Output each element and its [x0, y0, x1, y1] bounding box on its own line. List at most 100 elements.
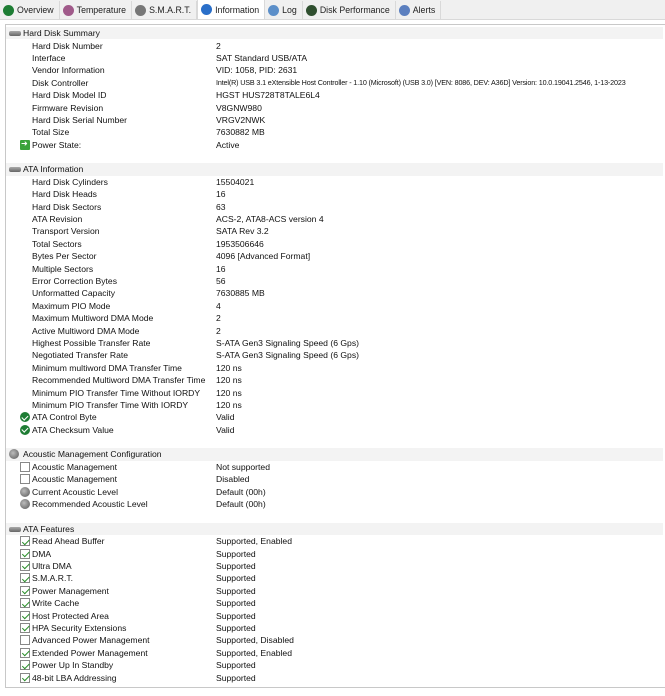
property-row[interactable]: ATA Revision ACS-2, ATA8-ACS version 4 — [6, 213, 665, 225]
checkbox-checked-icon[interactable] — [20, 610, 30, 621]
property-row[interactable]: Vendor Information VID: 1058, PID: 2631 — [6, 64, 665, 76]
thermometer-icon — [62, 4, 74, 16]
property-row[interactable]: Negotiated Transfer Rate S-ATA Gen3 Signa… — [6, 349, 665, 361]
property-value: Intel(R) USB 3.1 eXtensible Host Control… — [216, 78, 626, 88]
property-row[interactable]: Active Multiword DMA Mode 2 — [6, 324, 665, 336]
property-row[interactable]: Write Cache Supported — [6, 597, 665, 609]
property-row[interactable]: Current Acoustic Level Default (00h) — [6, 485, 665, 497]
property-row[interactable]: Minimum PIO Transfer Time Without IORDY 1… — [6, 386, 665, 398]
property-row[interactable]: Total Sectors 1953506646 — [6, 238, 665, 250]
checkbox-unchecked-icon[interactable] — [20, 474, 30, 485]
property-label: Acoustic Management — [32, 474, 118, 485]
property-row[interactable]: Multiple Sectors 16 — [6, 262, 665, 274]
property-value: 63 — [216, 201, 226, 212]
checkbox-unchecked-icon[interactable] — [20, 461, 30, 472]
property-row[interactable]: Recommended Multiword DMA Transfer Time 1… — [6, 374, 665, 386]
property-value: 4 — [216, 300, 221, 311]
checkbox-unchecked-icon[interactable] — [20, 635, 30, 646]
property-row[interactable]: S.M.A.R.T. Supported — [6, 572, 665, 584]
tab-disk-performance[interactable]: Disk Performance — [303, 1, 396, 19]
checkbox-checked-icon[interactable] — [20, 585, 30, 596]
property-label: Power State: — [32, 139, 82, 150]
property-value: 120 ns — [216, 387, 242, 398]
speaker-icon — [9, 449, 19, 460]
section-header[interactable]: ATA Features — [6, 522, 663, 536]
checkbox-checked-icon[interactable] — [20, 647, 30, 658]
property-row[interactable]: ATA Control Byte Valid — [6, 411, 665, 423]
checkbox-checked-icon[interactable] — [20, 560, 30, 571]
checkbox-checked-icon[interactable] — [20, 548, 30, 559]
property-row[interactable]: Acoustic Management Disabled — [6, 473, 665, 485]
property-label: Recommended Acoustic Level — [32, 499, 148, 510]
property-label: Minimum PIO Transfer Time Without IORDY — [32, 387, 201, 398]
property-label: Hard Disk Serial Number — [32, 114, 128, 125]
checkbox-checked-icon[interactable] — [20, 660, 30, 671]
tab-label: Alerts — [412, 5, 436, 15]
property-label: Hard Disk Heads — [32, 189, 97, 200]
section-header[interactable]: ATA Information — [6, 163, 663, 176]
property-row[interactable]: Hard Disk Model ID HGST HUS728T8TALE6L4 — [6, 89, 665, 101]
property-row[interactable]: Acoustic Management Not supported — [6, 461, 665, 473]
property-row[interactable]: Transport Version SATA Rev 3.2 — [6, 225, 665, 237]
property-label: Acoustic Management — [32, 461, 118, 472]
property-value: Disabled — [216, 474, 250, 485]
property-row[interactable]: Error Correction Bytes 56 — [6, 275, 665, 287]
property-row[interactable]: Firmware Revision V8GNW980 — [6, 101, 665, 113]
property-row[interactable]: Disk Controller Intel(R) USB 3.1 eXtensib… — [6, 77, 665, 89]
property-row[interactable]: Recommended Acoustic Level Default (00h) — [6, 498, 665, 510]
tab-temperature[interactable]: Temperature — [60, 1, 133, 19]
property-row[interactable]: Minimum multiword DMA Transfer Time 120 n… — [6, 362, 665, 374]
property-row[interactable]: ATA Checksum Value Valid — [6, 424, 665, 436]
section-title: ATA Information — [23, 164, 84, 175]
tab-overview[interactable]: Overview — [0, 1, 60, 19]
property-row[interactable]: Hard Disk Heads 16 — [6, 188, 665, 200]
tab-s-m-a-r-t[interactable]: S.M.A.R.T. — [132, 1, 198, 19]
checkbox-checked-icon[interactable] — [20, 573, 30, 584]
property-label: Bytes Per Sector — [32, 251, 97, 262]
property-row[interactable]: Minimum PIO Transfer Time With IORDY 120 … — [6, 399, 665, 411]
property-row[interactable]: Highest Possible Transfer Rate S-ATA Gen3… — [6, 337, 665, 349]
tab-label: S.M.A.R.T. — [149, 5, 192, 15]
property-value: S-ATA Gen3 Signaling Speed (6 Gps) — [216, 337, 359, 348]
section-header[interactable]: Hard Disk Summary — [6, 27, 663, 40]
tab-log[interactable]: Log — [265, 1, 303, 19]
property-row[interactable]: Hard Disk Cylinders 15504021 — [6, 176, 665, 188]
checkbox-checked-icon[interactable] — [20, 672, 30, 683]
property-row[interactable]: DMA Supported — [6, 547, 665, 559]
property-row[interactable]: Host Protected Area Supported — [6, 609, 665, 621]
tab-alerts[interactable]: Alerts — [396, 1, 442, 19]
section-title: Hard Disk Summary — [23, 28, 100, 39]
property-row[interactable]: Power State: Active — [6, 139, 665, 151]
info-icon — [201, 4, 213, 15]
property-row[interactable]: Hard Disk Sectors 63 — [6, 200, 665, 212]
property-label: ATA Control Byte — [32, 412, 97, 423]
property-value: 2 — [216, 40, 221, 51]
property-row[interactable]: Unformatted Capacity 7630885 MB — [6, 287, 665, 299]
property-row[interactable]: Hard Disk Serial Number VRGV2NWK — [6, 114, 665, 126]
tab-information[interactable]: Information — [197, 0, 266, 19]
property-row[interactable]: Interface SAT Standard USB/ATA — [6, 52, 665, 64]
alerts-icon — [398, 4, 410, 16]
section-header[interactable]: Acoustic Management Configuration — [6, 448, 663, 461]
disk-icon — [9, 31, 21, 36]
property-row[interactable]: Maximum PIO Mode 4 — [6, 300, 665, 312]
property-row[interactable]: Ultra DMA Supported — [6, 560, 665, 572]
property-row[interactable]: Power Management Supported — [6, 585, 665, 597]
property-row[interactable]: 48-bit LBA Addressing Supported — [6, 671, 665, 683]
property-row[interactable]: Hard Disk Number 2 — [6, 39, 665, 51]
checkbox-checked-icon[interactable] — [20, 598, 30, 609]
checkbox-checked-icon[interactable] — [20, 536, 30, 547]
property-row[interactable]: Power Up In Standby Supported — [6, 659, 665, 671]
property-row[interactable]: Read Ahead Buffer Supported, Enabled — [6, 535, 665, 547]
checkbox-checked-icon[interactable] — [20, 622, 30, 633]
property-row[interactable]: Total Size 7630882 MB — [6, 126, 665, 138]
property-value: Supported, Enabled — [216, 536, 292, 547]
property-row[interactable]: Extended Power Management Supported, Enab… — [6, 647, 665, 659]
property-row[interactable]: Advanced Power Management Supported, Disa… — [6, 634, 665, 646]
property-row[interactable]: HPA Security Extensions Supported — [6, 622, 665, 634]
disk-icon — [135, 4, 147, 16]
property-row[interactable]: Maximum Multiword DMA Mode 2 — [6, 312, 665, 324]
property-row[interactable]: Bytes Per Sector 4096 [Advanced Format] — [6, 250, 665, 262]
disk-icon — [9, 526, 21, 532]
